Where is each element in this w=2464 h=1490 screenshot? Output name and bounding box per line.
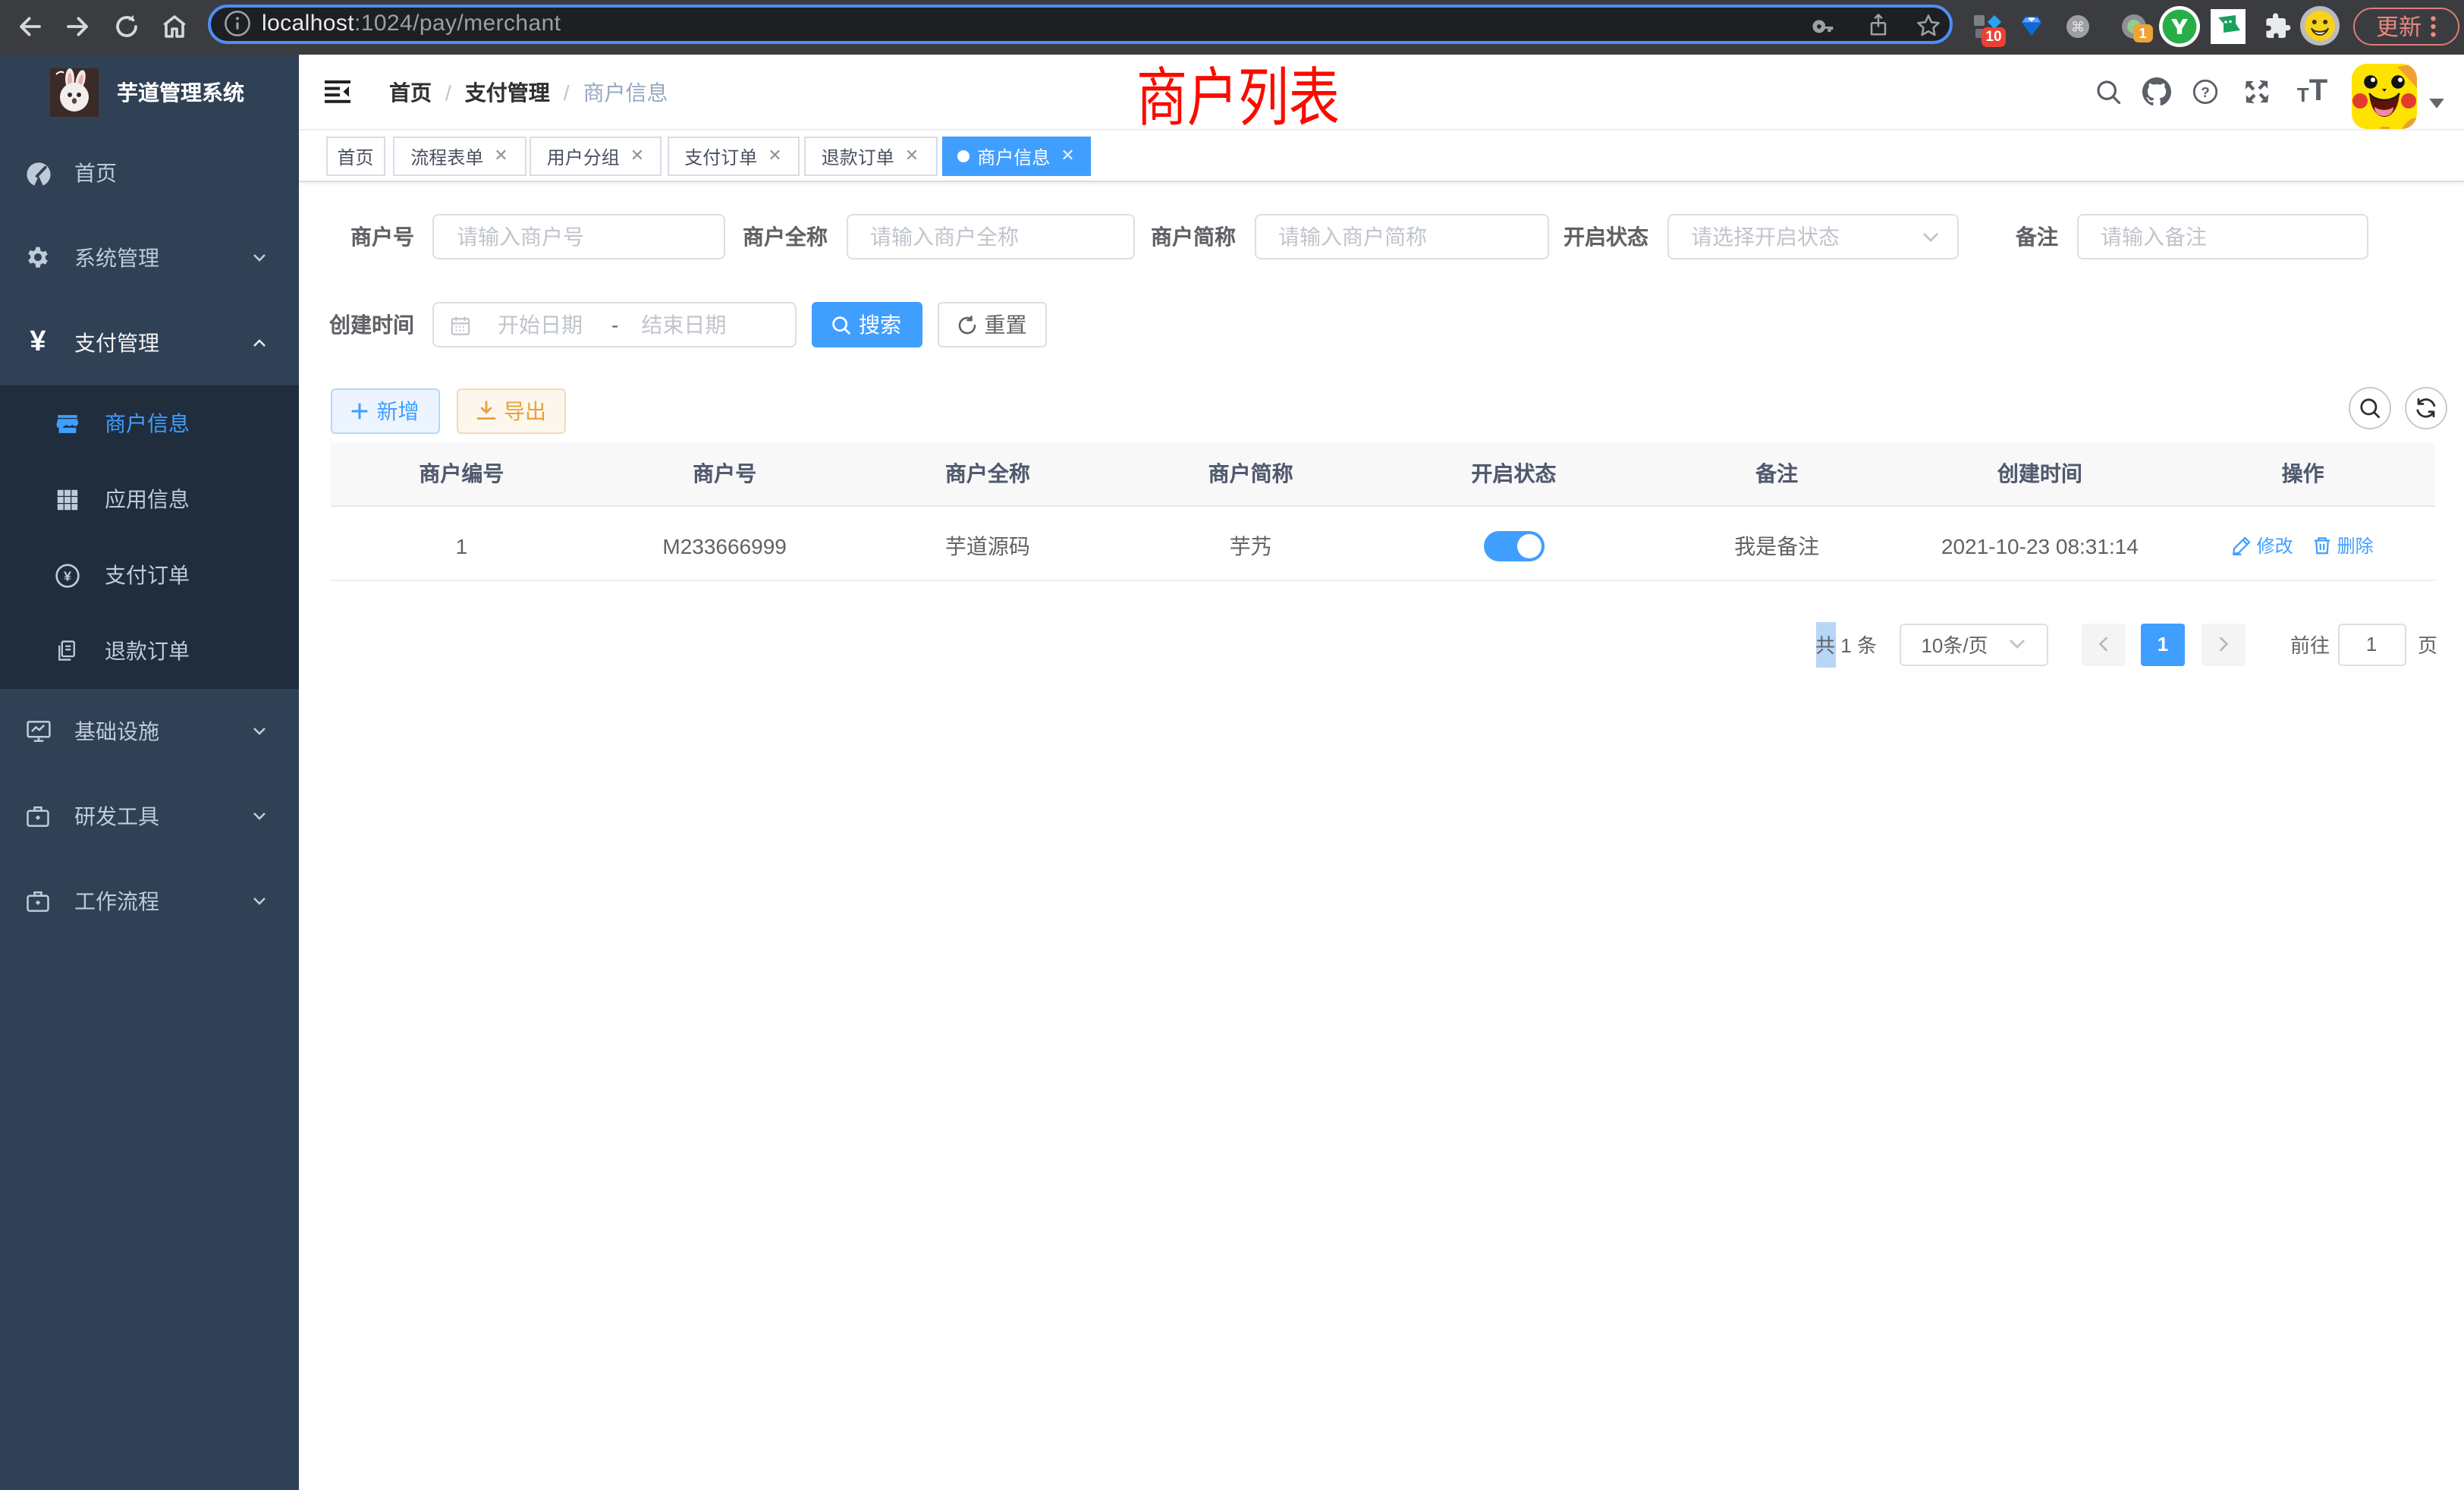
svg-text:?: ? <box>2201 85 2210 101</box>
svg-text:¥: ¥ <box>63 567 71 583</box>
svg-text:⌘: ⌘ <box>2070 19 2084 34</box>
